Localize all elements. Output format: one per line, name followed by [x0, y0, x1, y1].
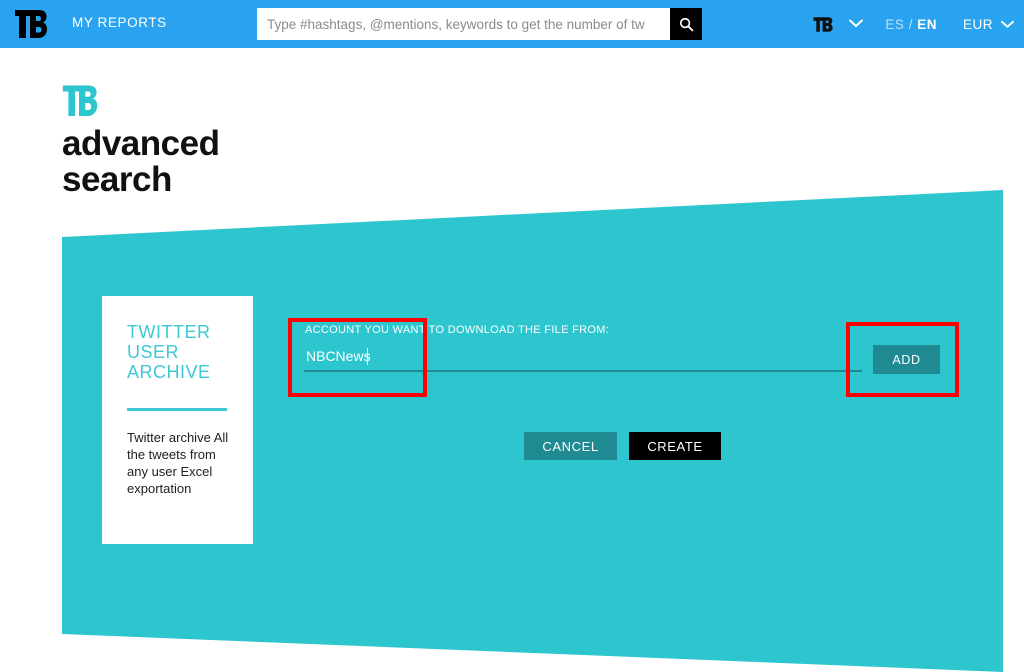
- language-es[interactable]: ES: [885, 17, 904, 32]
- header-right-tools: ES / EN EUR: [813, 0, 1024, 48]
- account-menu[interactable]: [813, 15, 864, 33]
- search-input[interactable]: [257, 8, 670, 40]
- nav-my-reports[interactable]: MY REPORTS: [72, 15, 167, 30]
- page-logo: advanced search: [62, 84, 302, 198]
- chevron-down-icon: [849, 15, 864, 33]
- card-title: TWITTER USER ARCHIVE: [127, 322, 211, 382]
- account-field-label: ACCOUNT YOU WANT TO DOWNLOAD THE FILE FR…: [305, 324, 610, 336]
- add-button[interactable]: ADD: [873, 345, 940, 374]
- header-search: [257, 8, 702, 40]
- chevron-down-icon: [1001, 17, 1014, 32]
- currency-label: EUR: [962, 16, 993, 32]
- twitter-user-archive-card[interactable]: TWITTER USER ARCHIVE Twitter archive All…: [102, 296, 253, 544]
- card-description: Twitter archive All the tweets from any …: [127, 430, 229, 496]
- app-root: MY REPORTS Type #hashtags, @mentions, ke…: [0, 0, 1024, 672]
- tb-logo-icon[interactable]: [14, 8, 48, 40]
- top-header: MY REPORTS Type #hashtags, @mentions, ke…: [0, 0, 1024, 48]
- currency-selector[interactable]: EUR: [963, 17, 1014, 32]
- page-logo-line1: advanced: [62, 124, 220, 163]
- language-switcher[interactable]: ES / EN: [885, 17, 937, 32]
- text-caret: [367, 348, 368, 365]
- language-en[interactable]: EN: [917, 17, 937, 32]
- card-divider: [127, 408, 227, 411]
- create-button[interactable]: CREATE: [629, 432, 721, 460]
- search-button[interactable]: [670, 8, 702, 40]
- page-logo-line2: search: [62, 160, 172, 199]
- tb-logo-teal-icon: [62, 84, 98, 118]
- language-separator: /: [908, 16, 913, 32]
- cancel-button[interactable]: CANCEL: [524, 432, 617, 460]
- account-input[interactable]: [304, 346, 862, 372]
- tb-logo-small-icon: [813, 16, 834, 33]
- search-icon: [679, 17, 694, 32]
